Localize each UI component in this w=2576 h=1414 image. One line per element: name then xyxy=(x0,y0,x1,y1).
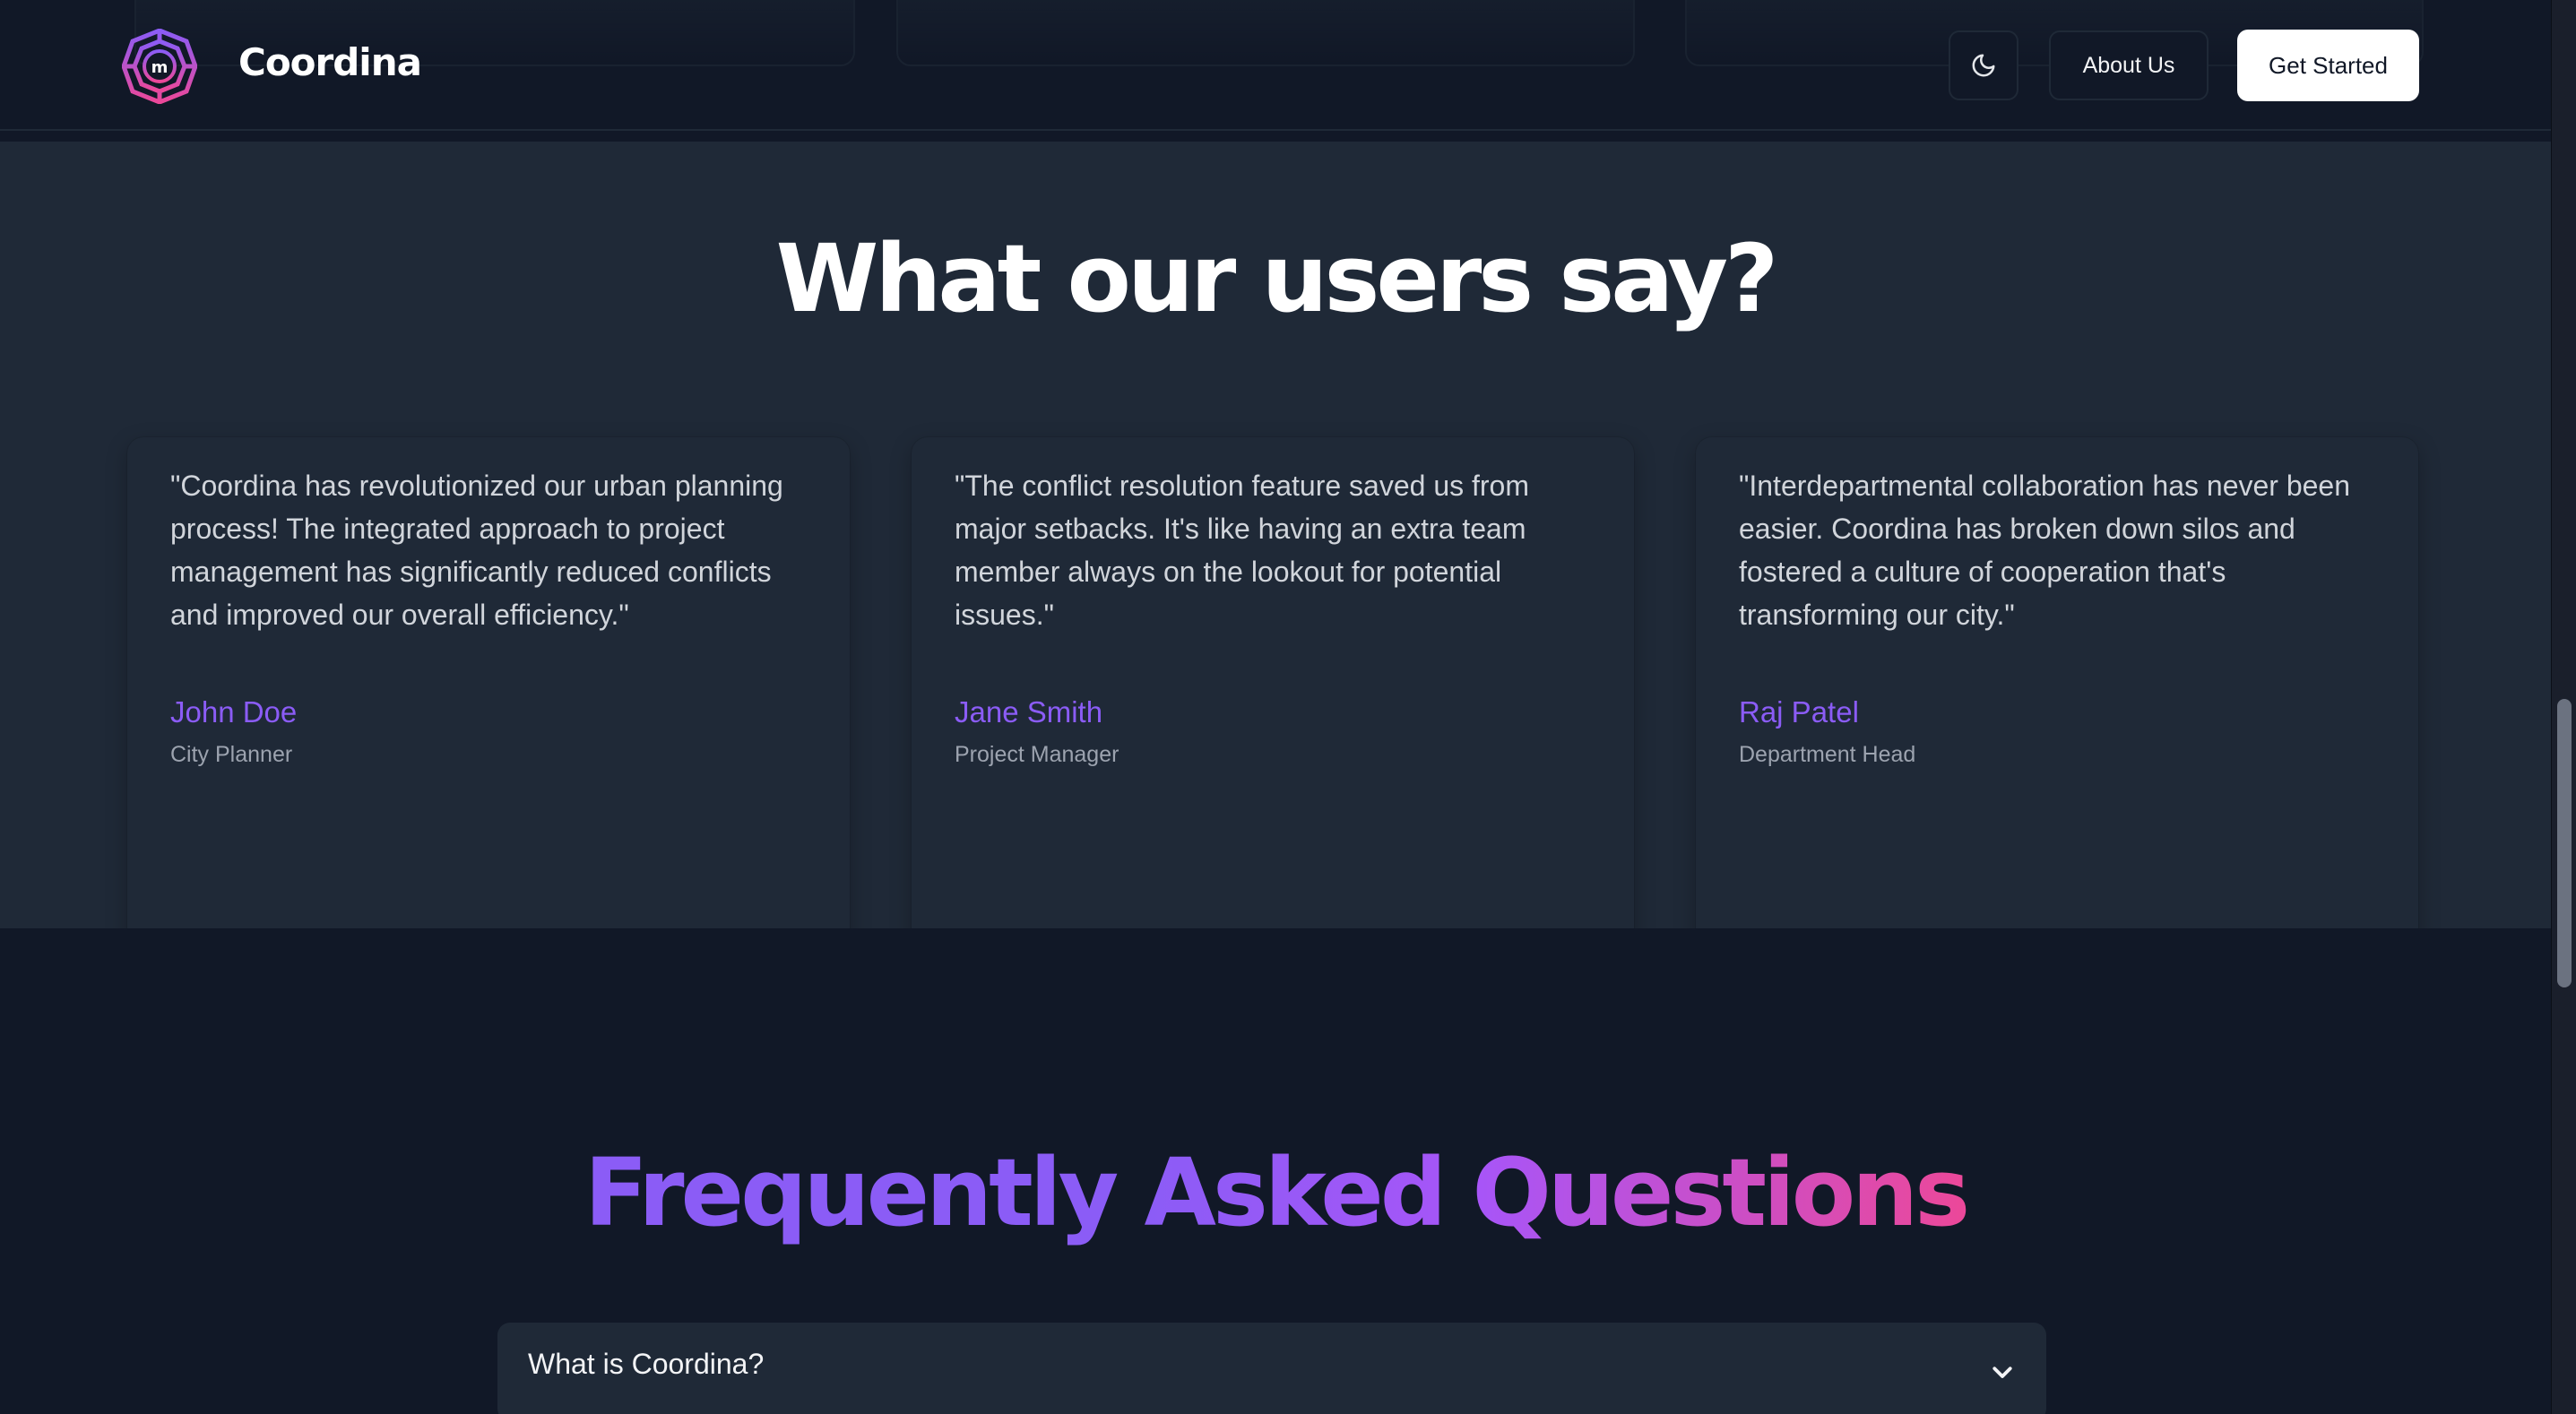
svg-text:m: m xyxy=(151,58,169,77)
moon-icon xyxy=(1972,54,1995,77)
maze-logo-icon[interactable]: m xyxy=(121,28,198,105)
testimonial-author: Jane Smith xyxy=(955,695,1103,729)
testimonial-card: "Interdepartmental collaboration has nev… xyxy=(1696,437,2418,984)
testimonial-card: "Coordina has revolutionized our urban p… xyxy=(127,437,850,984)
page-scrollbar[interactable] xyxy=(2551,0,2576,1414)
get-started-button[interactable]: Get Started xyxy=(2237,30,2419,101)
faq-title: Frequently Asked Questions xyxy=(0,1134,2551,1251)
testimonial-role: City Planner xyxy=(170,742,293,767)
faq-section: Frequently Asked Questions What is Coord… xyxy=(0,928,2551,1414)
site-header: m Coordina About Us Get Started xyxy=(0,0,2551,131)
ghost-card xyxy=(896,0,1635,66)
testimonial-quote: "The conflict resolution feature saved u… xyxy=(955,470,1529,631)
faq-title-text: Frequently Asked Questions xyxy=(583,1138,1970,1247)
testimonial-author: Raj Patel xyxy=(1739,695,1859,729)
testimonial-card: "The conflict resolution feature saved u… xyxy=(912,437,1634,984)
testimonials-title: What our users say? xyxy=(775,224,1779,333)
theme-toggle-button[interactable] xyxy=(1949,30,2018,100)
testimonial-author: John Doe xyxy=(170,695,298,729)
testimonial-quote: "Coordina has revolutionized our urban p… xyxy=(170,470,783,631)
scrollbar-thumb[interactable] xyxy=(2557,699,2572,987)
chevron-down-icon[interactable] xyxy=(1989,1358,2016,1385)
testimonial-quote: "Interdepartmental collaboration has nev… xyxy=(1739,470,2351,631)
about-us-button[interactable]: About Us xyxy=(2049,30,2209,100)
faq-item[interactable]: What is Coordina? xyxy=(497,1323,2046,1414)
faq-question: What is Coordina? xyxy=(528,1348,765,1380)
brand-name[interactable]: Coordina xyxy=(238,36,422,90)
testimonial-role: Project Manager xyxy=(955,742,1119,767)
page: m Coordina About Us Get Started What our… xyxy=(0,0,2576,1414)
testimonial-role: Department Head xyxy=(1739,742,1916,767)
testimonials-section: What our users say? "Coordina has revolu… xyxy=(0,142,2551,984)
